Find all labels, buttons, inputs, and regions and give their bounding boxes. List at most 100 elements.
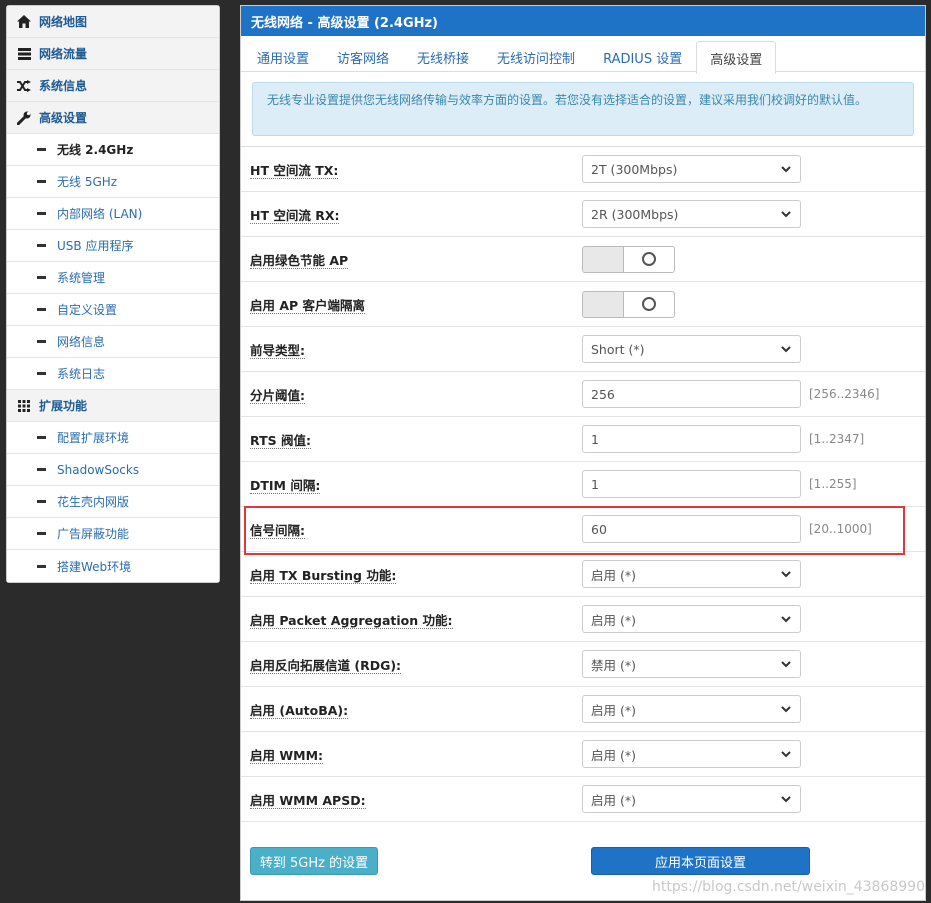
setting-label: RTS 阀值: xyxy=(241,430,582,449)
toggle-switch[interactable] xyxy=(582,290,675,318)
sidebar-item-13[interactable]: 配置扩展环境 xyxy=(7,422,219,454)
sidebar-item-3[interactable]: 高级设置 xyxy=(7,102,219,134)
chevron-down-icon xyxy=(781,706,791,713)
setting-label-text: 启用 (AutoBA): xyxy=(250,702,349,719)
setting-select[interactable]: 启用 (*) xyxy=(582,785,801,813)
home-icon xyxy=(17,15,31,29)
tab-5[interactable]: 高级设置 xyxy=(696,41,777,74)
apply-button[interactable]: 应用本页面设置 xyxy=(591,847,810,875)
setting-row: 启用 TX Bursting 功能: 启用 (*) xyxy=(241,552,925,597)
sidebar-item-17[interactable]: 搭建Web环境 xyxy=(7,550,219,582)
chevron-down-icon xyxy=(781,346,791,353)
setting-label: 启用 Packet Aggregation 功能: xyxy=(241,610,582,629)
dash-icon xyxy=(37,372,46,375)
goto-5ghz-button[interactable]: 转到 5GHz 的设置 xyxy=(250,847,378,875)
setting-select[interactable]: 启用 (*) xyxy=(582,695,801,723)
list-icon xyxy=(17,47,31,61)
sidebar-item-label: USB 应用程序 xyxy=(57,239,134,253)
setting-input[interactable]: 1 xyxy=(582,425,801,453)
setting-label-text: 信号间隔: xyxy=(250,522,305,539)
main-panel: 无线网络 - 高级设置 (2.4GHz) 通用设置 访客网络 无线桥接 无线访问控制 R… xyxy=(240,5,926,901)
sidebar-item-8[interactable]: 系统管理 xyxy=(7,262,219,294)
select-value: 启用 (*) xyxy=(591,792,636,808)
sidebar-item-0[interactable]: 网络地图 xyxy=(7,6,219,38)
setting-select[interactable]: Short (*) xyxy=(582,335,801,363)
sidebar-item-1[interactable]: 网络流量 xyxy=(7,38,219,70)
setting-select[interactable]: 2R (300Mbps) xyxy=(582,200,801,228)
chevron-down-icon xyxy=(781,796,791,803)
setting-input[interactable]: 1 xyxy=(582,470,801,498)
setting-label-text: 启用 TX Bursting 功能: xyxy=(250,567,397,584)
toggle-switch[interactable] xyxy=(582,245,675,273)
tab-1[interactable]: 访客网络 xyxy=(323,41,403,73)
dash-icon xyxy=(37,532,46,535)
setting-row: RTS 阀值: 1 [1..2347] xyxy=(241,417,925,462)
setting-input[interactable]: 60 xyxy=(582,515,801,543)
select-value: 启用 (*) xyxy=(591,612,636,628)
setting-row: 前导类型: Short (*) xyxy=(241,327,925,372)
range-hint: [20..1000] xyxy=(809,522,872,536)
setting-label: 启用 WMM APSD: xyxy=(241,790,582,809)
tab-3[interactable]: 无线访问控制 xyxy=(483,41,589,73)
setting-row: 信号间隔: 60 [20..1000] xyxy=(241,507,925,552)
sidebar-item-6[interactable]: 内部网络 (LAN) xyxy=(7,198,219,230)
sidebar-item-label: 花生壳内网版 xyxy=(57,495,130,509)
sidebar-item-label: 内部网络 (LAN) xyxy=(57,207,143,221)
shuffle-icon xyxy=(17,79,31,93)
setting-select[interactable]: 禁用 (*) xyxy=(582,650,801,678)
chevron-down-icon xyxy=(781,166,791,173)
setting-label-text: 启用反向拓展信道 (RDG): xyxy=(250,657,402,674)
dash-icon xyxy=(37,308,46,311)
setting-row: 启用 Packet Aggregation 功能: 启用 (*) xyxy=(241,597,925,642)
sidebar-item-11[interactable]: 系统日志 xyxy=(7,358,219,390)
sidebar-item-16[interactable]: 广告屏蔽功能 xyxy=(7,518,219,550)
off-circle-icon xyxy=(642,252,656,266)
sidebar-item-label: 广告屏蔽功能 xyxy=(57,527,130,541)
off-circle-icon xyxy=(642,297,656,311)
setting-label-text: 启用绿色节能 AP xyxy=(250,252,349,269)
dash-icon xyxy=(37,180,46,183)
sidebar-item-2[interactable]: 系统信息 xyxy=(7,70,219,102)
setting-label: HT 空间流 TX: xyxy=(241,160,582,179)
toggle-state xyxy=(624,292,674,317)
chevron-down-icon xyxy=(781,571,791,578)
setting-label: 信号间隔: xyxy=(241,520,582,539)
sidebar-item-7[interactable]: USB 应用程序 xyxy=(7,230,219,262)
sidebar-item-15[interactable]: 花生壳内网版 xyxy=(7,486,219,518)
setting-select[interactable]: 启用 (*) xyxy=(582,740,801,768)
sidebar-item-10[interactable]: 网络信息 xyxy=(7,326,219,358)
sidebar-item-label: 网络地图 xyxy=(39,15,88,29)
panel-title: 无线网络 - 高级设置 (2.4GHz) xyxy=(241,6,925,36)
sidebar-item-12[interactable]: 扩展功能 xyxy=(7,390,219,422)
dash-icon xyxy=(37,564,46,568)
setting-select[interactable]: 启用 (*) xyxy=(582,605,801,633)
toggle-knob xyxy=(583,246,624,272)
select-value: Short (*) xyxy=(591,341,645,357)
settings-table: HT 空间流 TX: 2T (300Mbps) HT 空间流 RX: 2R (300M… xyxy=(241,146,925,822)
sidebar-item-5[interactable]: 无线 5GHz xyxy=(7,166,219,198)
setting-select[interactable]: 2T (300Mbps) xyxy=(582,155,801,183)
tab-2[interactable]: 无线桥接 xyxy=(403,41,483,73)
setting-label-text: DTIM 间隔: xyxy=(250,477,321,494)
toggle-state xyxy=(624,247,674,272)
sidebar-item-label: 扩展功能 xyxy=(39,399,88,413)
setting-label: DTIM 间隔: xyxy=(241,475,582,494)
sidebar-item-4[interactable]: 无线 2.4GHz xyxy=(7,134,219,166)
setting-row: 启用反向拓展信道 (RDG): 禁用 (*) xyxy=(241,642,925,687)
sidebar-item-label: ShadowSocks xyxy=(57,462,140,477)
dash-icon xyxy=(37,500,46,503)
chevron-down-icon xyxy=(781,661,791,668)
setting-select[interactable]: 启用 (*) xyxy=(582,560,801,588)
sidebar-item-9[interactable]: 自定义设置 xyxy=(7,294,219,326)
setting-row: 分片阈值: 256 [256..2346] xyxy=(241,372,925,417)
sidebar-item-14[interactable]: ShadowSocks xyxy=(7,454,219,486)
setting-input[interactable]: 256 xyxy=(582,380,801,408)
tab-0[interactable]: 通用设置 xyxy=(243,41,323,73)
sidebar-item-label: 网络流量 xyxy=(39,47,88,61)
select-value: 2T (300Mbps) xyxy=(591,161,678,177)
setting-row: 启用 (AutoBA): 启用 (*) xyxy=(241,687,925,732)
tab-4[interactable]: RADIUS 设置 xyxy=(589,41,696,73)
setting-label: 启用绿色节能 AP xyxy=(241,250,582,269)
setting-row: 启用绿色节能 AP xyxy=(241,237,925,282)
dash-icon xyxy=(37,148,46,151)
